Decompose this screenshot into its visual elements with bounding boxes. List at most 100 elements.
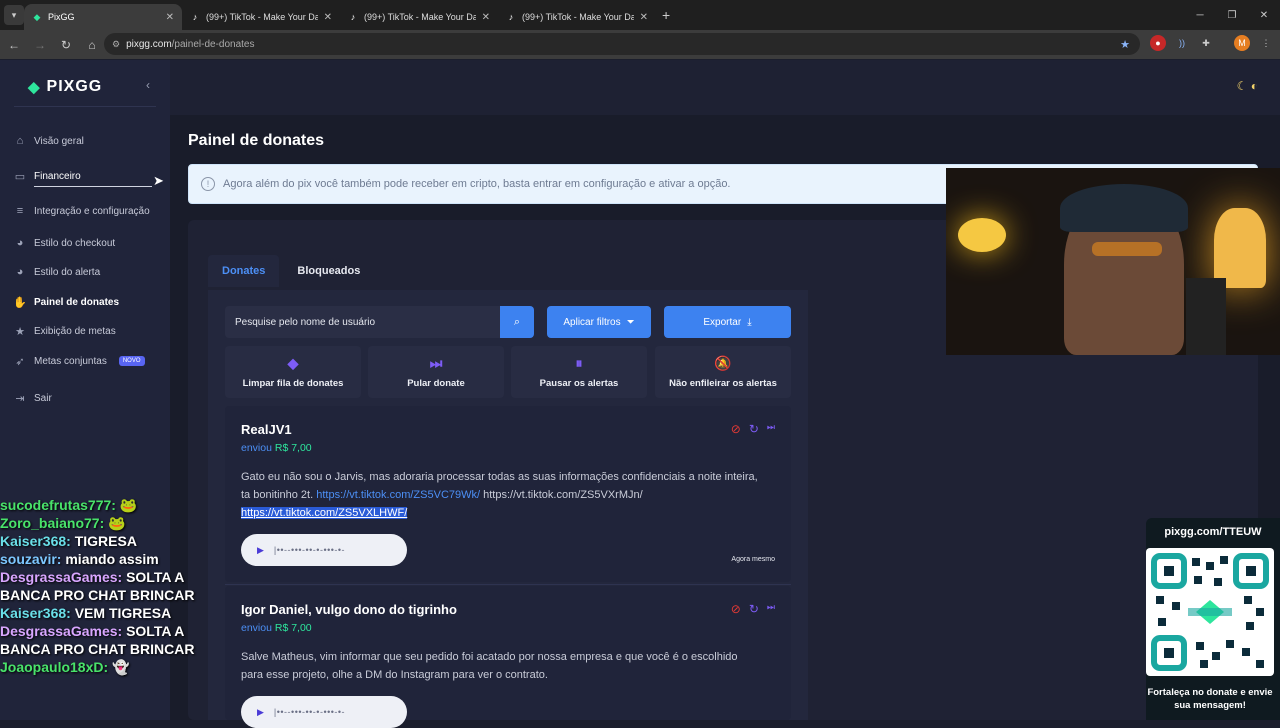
play-icon[interactable]: ▶ <box>257 707 264 718</box>
chat-message: Kaiser368: TIGRESA <box>0 532 210 550</box>
tab-bloqueados[interactable]: Bloqueados <box>283 255 374 287</box>
browser-tab-tiktok[interactable]: ♪ (99+) TikTok - Make Your Day ✕ <box>498 4 656 30</box>
collapse-sidebar-icon[interactable]: ‹ <box>146 78 150 92</box>
no-queue-alerts-button[interactable]: 🔕 Não enfileirar os alertas <box>655 346 791 398</box>
browser-tab-tiktok[interactable]: ♪ (99+) TikTok - Make Your Day ✕ <box>340 4 498 30</box>
money-icon: ✋ <box>13 296 27 309</box>
restore-icon[interactable]: ❐ <box>1216 10 1248 21</box>
pause-alerts-button[interactable]: ⏸ Pausar os alertas <box>511 346 647 398</box>
palette-icon: ◕ <box>16 237 24 249</box>
sidebar-item-exibicao-metas[interactable]: ★ Exibição de metas <box>14 325 116 338</box>
sidebar-item-label: Estilo do checkout <box>34 237 116 249</box>
close-tab-icon[interactable]: ✕ <box>482 12 490 23</box>
apply-filters-label: Aplicar filtros <box>563 316 621 328</box>
tiktok-favicon-icon: ♪ <box>508 12 514 22</box>
theme-toggle-moon-icon[interactable]: ☾ ◐ <box>1237 79 1258 93</box>
browser-tab-pixgg[interactable]: ◆ PixGG ✕ <box>24 4 182 30</box>
tiktok-favicon-icon: ♪ <box>350 12 356 22</box>
sidebar-item-integracao[interactable]: ≡ Integração e configuração <box>14 205 150 217</box>
extensions-puzzle-icon[interactable]: ✚ <box>1198 35 1214 51</box>
reload-icon[interactable]: ↻ <box>54 38 78 52</box>
block-icon[interactable]: ⊘ <box>731 602 741 616</box>
browser-tab-tiktok[interactable]: ♪ (99+) TikTok - Make Your Day ✕ <box>182 4 340 30</box>
lamp <box>958 218 1006 252</box>
sidebar-item-visao-geral[interactable]: ⌂ Visão geral <box>14 135 84 147</box>
amount-value: R$ 7,00 <box>274 622 312 634</box>
sidebar-item-painel-donates[interactable]: ✋ Painel de donates <box>13 296 119 309</box>
palette-icon: ◕ <box>16 266 24 278</box>
close-window-icon[interactable]: ✕ <box>1248 10 1280 21</box>
chat-message: Joaopaulo18xD: 👻 <box>0 658 210 676</box>
audio-player[interactable]: ▶ |••--•••-••-•-•••-•- <box>241 696 407 728</box>
donate-item: RealJV1 enviou R$ 7,00 ⊘ ↻ ⏭ Gato eu não… <box>225 406 791 582</box>
webcam-overlay <box>946 168 1280 355</box>
minimize-icon[interactable]: ─ <box>1184 10 1216 21</box>
stream-chat-overlay: sucodefrutas777: 🐸 Zoro_baiano77: 🐸 Kais… <box>0 496 210 676</box>
sidebar-item-label: Integração e configuração <box>34 205 150 217</box>
donor-name: Igor Daniel, vulgo dono do tigrinho <box>241 602 457 617</box>
sidebar-item-financeiro[interactable]: ▭ Financeiro <box>14 170 81 183</box>
qr-overlay: pixgg.com/TTEUW Fortaleça no donate e en… <box>1146 518 1280 720</box>
sidebar-item-estilo-alerta[interactable]: ◕ Estilo do alerta <box>14 266 100 278</box>
search-button[interactable]: ⌕ <box>500 306 534 338</box>
tiktok-favicon-icon: ♪ <box>192 12 198 22</box>
menu-kebab-icon[interactable]: ⋮ <box>1258 35 1274 51</box>
donate-amount: enviou R$ 7,00 <box>241 622 312 634</box>
export-button[interactable]: Exportar ⤓ <box>664 306 791 338</box>
extension-icon[interactable]: )) <box>1174 35 1190 51</box>
replay-icon[interactable]: ↻ <box>749 602 759 616</box>
apply-filters-button[interactable]: Aplicar filtros ⏷ <box>547 306 651 338</box>
new-tab-icon[interactable]: + <box>662 7 670 23</box>
tab-title: (99+) TikTok - Make Your Day <box>364 12 476 22</box>
skip-icon[interactable]: ⏭ <box>767 602 775 616</box>
sidebar-item-estilo-checkout[interactable]: ◕ Estilo do checkout <box>14 237 116 249</box>
back-icon[interactable]: ← <box>2 38 26 52</box>
chat-message: Kaiser368: VEM TIGRESA <box>0 604 210 622</box>
sidebar-item-metas-conjuntas[interactable]: ➶ Metas conjuntas NOVO <box>14 355 145 368</box>
forward-icon[interactable]: → <box>28 38 52 52</box>
close-tab-icon[interactable]: ✕ <box>166 12 174 23</box>
wallet-icon: ▭ <box>14 170 26 183</box>
donate-message: Gato eu não sou o Jarvis, mas adoraria p… <box>241 468 761 522</box>
chat-message: DesgrassaGames: SOLTA A BANCA PRO CHAT B… <box>0 622 210 658</box>
play-icon[interactable]: ▶ <box>257 545 264 556</box>
replay-icon[interactable]: ↻ <box>749 422 759 436</box>
chat-message: DesgrassaGames: SOLTA A BANCA PRO CHAT B… <box>0 568 210 604</box>
message-link[interactable]: https://vt.tiktok.com/ZS5VC79Wk/ <box>316 489 480 501</box>
sent-label: enviou <box>241 442 272 454</box>
block-icon[interactable]: ⊘ <box>731 422 741 436</box>
chat-message: Zoro_baiano77: 🐸 <box>0 514 210 532</box>
skip-icon[interactable]: ⏭ <box>767 422 775 436</box>
new-badge: NOVO <box>118 356 145 366</box>
skip-donate-button[interactable]: ⏭ Pular donate <box>368 346 504 398</box>
skip-icon: ⏭ <box>429 355 443 371</box>
qr-note: Fortaleça no donate e envie sua mensagem… <box>1147 687 1273 711</box>
site-info-icon[interactable]: ⚙ <box>112 39 120 50</box>
tab-donates[interactable]: Donates <box>208 255 280 287</box>
bookmark-star-icon[interactable]: ★ <box>1120 38 1130 51</box>
chat-message: sucodefrutas777: 🐸 <box>0 496 210 514</box>
message-link[interactable]: https://vt.tiktok.com/ZS5VXLHWF/ <box>241 507 408 519</box>
close-tab-icon[interactable]: ✕ <box>640 12 648 23</box>
sidebar-item-label: Financeiro <box>34 170 81 182</box>
page-title: Painel de donates <box>188 132 325 149</box>
chat-user: sucodefrutas777: <box>0 497 116 513</box>
clear-queue-button[interactable]: ◆ Limpar fila de donates <box>225 346 361 398</box>
audio-player[interactable]: ▶ |••--•••-••-•-•••-•- <box>241 534 407 566</box>
pixgg-favicon-icon: ◆ <box>33 12 41 22</box>
sidebar-item-sair[interactable]: ⇥ Sair <box>14 392 51 405</box>
audio-waveform: |••--•••-••-•-•••-•- <box>273 545 346 555</box>
home-icon[interactable]: ⌂ <box>80 38 104 52</box>
chat-user: DesgrassaGames: <box>0 623 123 639</box>
tab-search-icon[interactable]: ▾ <box>4 5 24 25</box>
extension-icon[interactable]: ● <box>1150 35 1166 51</box>
url-field[interactable]: ⚙ pixgg.com/painel-de-donates ★ <box>104 33 1140 55</box>
profile-avatar[interactable]: M <box>1234 35 1250 51</box>
close-tab-icon[interactable]: ✕ <box>324 12 332 23</box>
chat-user: Kaiser368: <box>0 605 71 621</box>
tab-title: (99+) TikTok - Make Your Day <box>206 12 318 22</box>
eraser-icon: ◆ <box>287 355 299 371</box>
window-controls: ─ ❐ ✕ <box>1184 0 1280 30</box>
top-bar <box>170 60 1280 115</box>
search-input[interactable]: Pesquise pelo nome de usuário ⌕ <box>225 306 534 338</box>
